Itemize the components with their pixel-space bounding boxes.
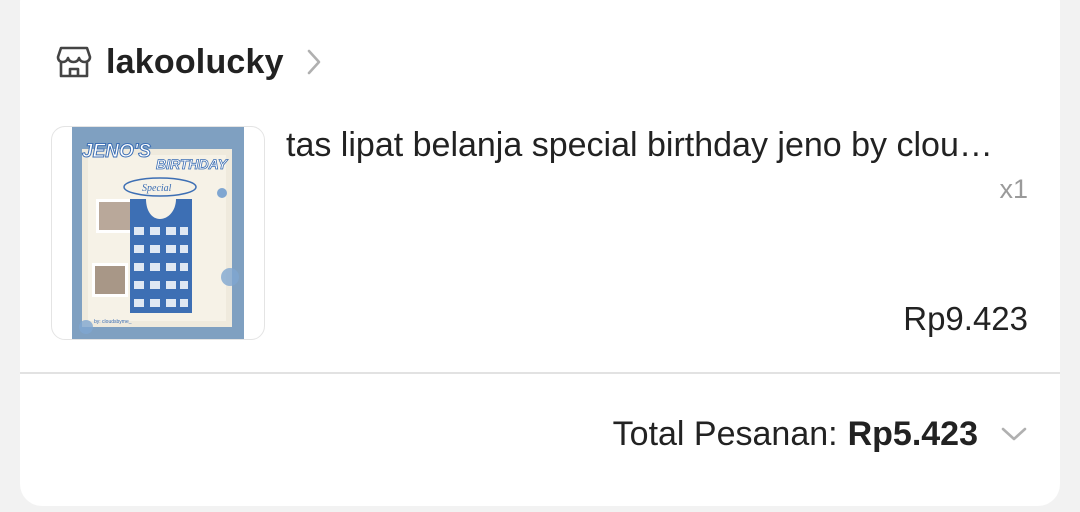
chevron-right-icon <box>306 48 322 76</box>
product-price: Rp9.423 <box>903 300 1028 337</box>
divider <box>20 372 1060 374</box>
image-tag: Special <box>142 183 172 194</box>
total-label: Total Pesanan: <box>612 414 838 453</box>
chevron-down-icon[interactable] <box>1000 426 1028 442</box>
svg-text:BIRTHDAY: BIRTHDAY <box>156 156 229 172</box>
product-quantity: x1 <box>999 174 1028 204</box>
product-image[interactable]: JENO'S BIRTHDAY Special by: cloudsbyme_ <box>51 126 265 340</box>
total-value: Rp5.423 <box>847 414 978 453</box>
image-headline: JENO'S <box>82 141 151 162</box>
order-card: lakoolucky JENO'S BIRTHDAY Special by: c… <box>20 0 1060 506</box>
image-credit: by: cloudsbyme_ <box>94 319 132 325</box>
product-title[interactable]: tas lipat belanja special birthday jeno … <box>286 126 1036 165</box>
store-icon <box>56 44 92 80</box>
order-total-row[interactable]: Total Pesanan: Rp5.423 <box>613 412 1028 456</box>
shop-header[interactable]: lakoolucky <box>56 42 322 82</box>
shop-name: lakoolucky <box>106 42 284 81</box>
